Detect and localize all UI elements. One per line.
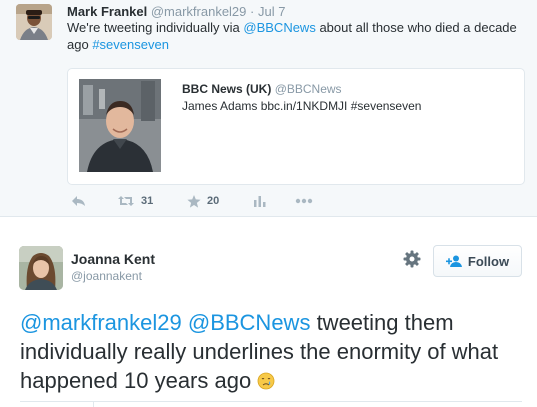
tweet-footer-tick [93, 401, 94, 407]
retweet-button[interactable]: 31 [117, 192, 153, 210]
analytics-icon [254, 196, 266, 207]
hashtag-link[interactable]: #sevenseven [92, 37, 169, 52]
mention-link[interactable]: @BBCNews [188, 310, 311, 335]
tweet-text: @markfrankel29 @BBCNews tweeting them in… [20, 308, 520, 395]
mention-link[interactable]: @markfrankel29 [20, 310, 182, 335]
quoted-author-name[interactable]: BBC News (UK) [182, 82, 271, 96]
star-icon [187, 194, 201, 208]
favorite-button[interactable]: 20 [187, 192, 219, 210]
more-button[interactable] [295, 192, 313, 210]
more-icon [295, 198, 313, 204]
separator-dot: · [250, 4, 255, 19]
tweet-actions: 31 20 [67, 192, 367, 210]
retweet-count: 31 [141, 195, 154, 207]
mark-frankel-avatar[interactable] [16, 4, 52, 40]
author-name[interactable]: Mark Frankel [67, 4, 147, 19]
tweet-footer-divider [20, 401, 522, 402]
tweet-text-part: We're tweeting individually via [67, 20, 244, 35]
quoted-author: BBC News (UK) @BBCNews [182, 82, 342, 96]
tweet-header: Mark Frankel @markfrankel29 · Jul 7 [67, 4, 285, 19]
crying-face-emoji [257, 368, 275, 390]
author-handle[interactable]: @markfrankel29 [151, 4, 247, 19]
reply-button[interactable] [71, 192, 86, 210]
author-name[interactable]: Joanna Kent [71, 251, 155, 267]
follow-label: Follow [467, 253, 510, 269]
retweet-icon [118, 196, 134, 206]
favorite-count: 20 [207, 195, 220, 207]
quoted-author-handle[interactable]: @BBCNews [275, 82, 342, 96]
follow-button[interactable]: Follow [433, 245, 522, 277]
quoted-tweet-card[interactable]: BBC News (UK) @BBCNews James Adams bbc.i… [67, 68, 525, 185]
mention-link[interactable]: @BBCNews [243, 20, 315, 35]
quoting-tweet: Mark Frankel @markfrankel29 · Jul 7 We'r… [0, 0, 537, 217]
reply-icon [72, 196, 85, 206]
analytics-button[interactable] [254, 192, 266, 210]
author-handle[interactable]: @joannakent [71, 269, 142, 283]
main-tweet: Joanna Kent @joannakent Follow @markfran… [0, 218, 537, 407]
gear-icon [403, 250, 421, 268]
tweet-date[interactable]: Jul 7 [258, 4, 285, 19]
quoted-tweet-text: James Adams bbc.in/1NKDMJI #sevenseven [182, 99, 422, 113]
tweet-text: We're tweeting individually via @BBCNews… [67, 19, 522, 53]
settings-button[interactable] [403, 250, 421, 268]
add-user-icon [445, 255, 462, 267]
joanna-kent-avatar[interactable] [19, 246, 63, 290]
quoted-tweet-photo[interactable] [79, 79, 161, 172]
